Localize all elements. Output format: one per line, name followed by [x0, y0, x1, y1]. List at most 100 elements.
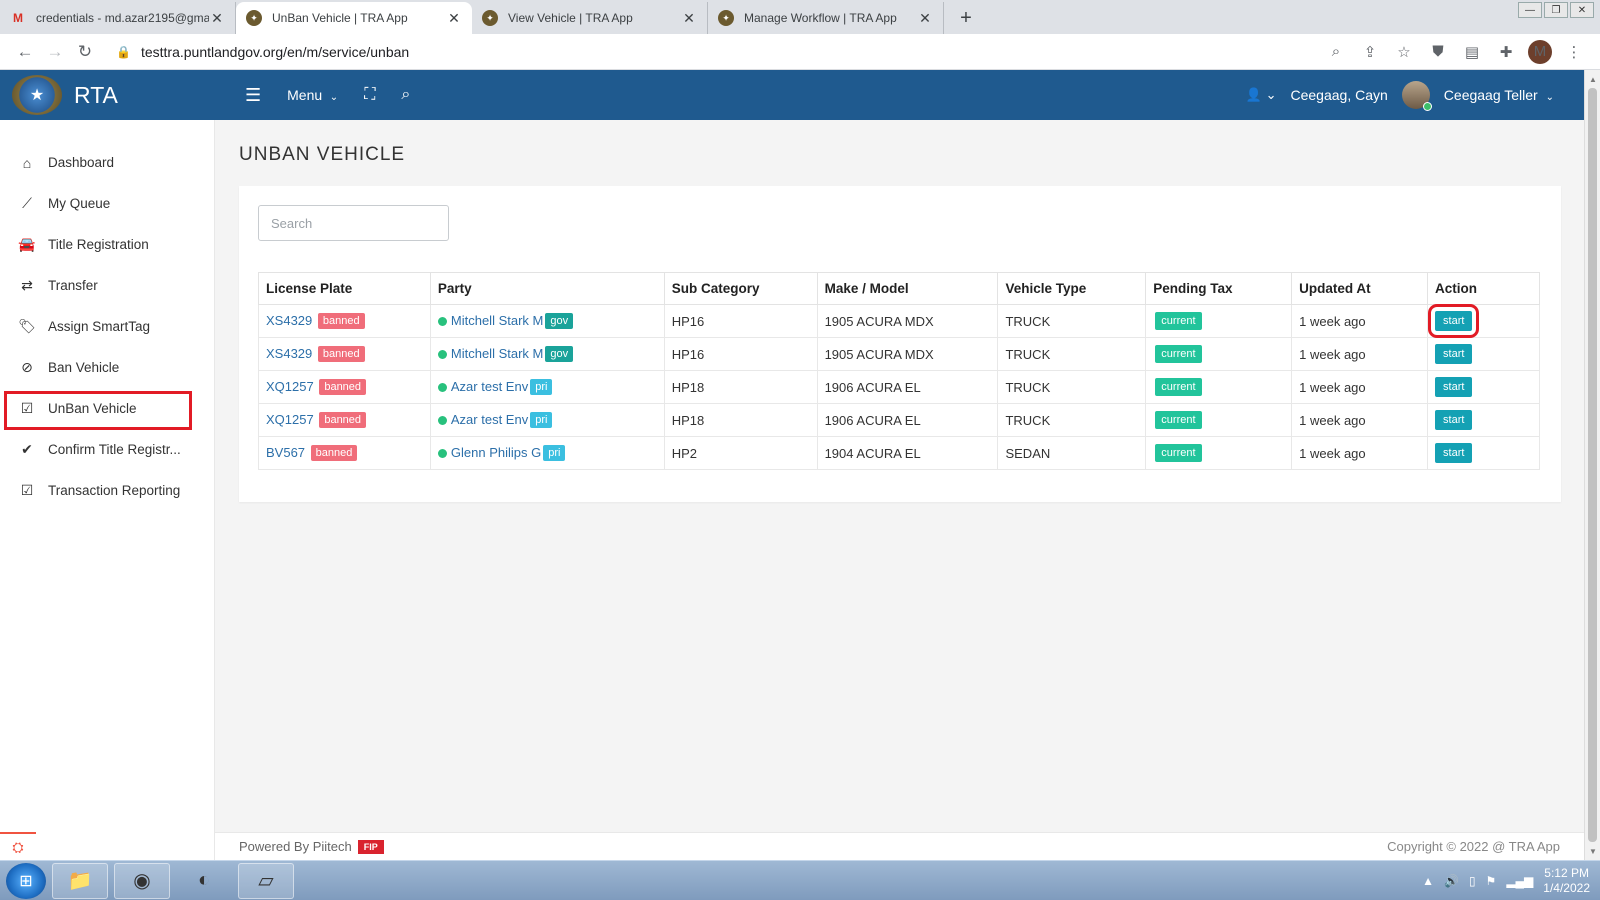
window-controls: — ❐ ✕	[1518, 2, 1594, 18]
party-link[interactable]: Azar test Env	[451, 412, 528, 427]
header-right-tools: 👤 ⌄ Ceegaag, Cayn Ceegaag Teller ⌄	[1246, 81, 1554, 111]
party-link[interactable]: Mitchell Stark M	[451, 346, 543, 361]
menu-dropdown[interactable]: Menu ⌄	[287, 87, 338, 103]
party-link[interactable]: Azar test Env	[451, 379, 528, 394]
new-tab-button[interactable]: +	[952, 4, 980, 32]
brand[interactable]: ★ RTA	[0, 70, 215, 120]
sidebar-item-ban-vehicle[interactable]: ⊘ Ban Vehicle	[0, 347, 214, 388]
license-plate-cell: BV567 banned	[258, 436, 431, 470]
windows-start-button[interactable]: ⊞	[6, 862, 46, 899]
ban-icon: ⊘	[21, 359, 33, 375]
volume-icon[interactable]: 🔊	[1444, 874, 1459, 888]
column-header-updated-at[interactable]: Updated At	[1291, 272, 1429, 305]
license-plate-link[interactable]: BV567	[266, 445, 305, 460]
sidebar-item-title-registration[interactable]: 🚘 Title Registration	[0, 224, 214, 265]
edge-taskbar-button[interactable]: ◐	[176, 863, 232, 899]
scroll-up-arrow-icon[interactable]: ▲	[1585, 72, 1600, 86]
sidebar-item-transfer[interactable]: ⇄ Transfer	[0, 265, 214, 306]
share-icon[interactable]: ⇪	[1358, 40, 1382, 64]
windows-taskbar: ⊞ 📁 ◉ ◐ ▱ ▲ 🔊 ▯ ⚑ ▂▄▆ 5:12 PM 1/4/2022	[0, 860, 1600, 900]
sidebar-item-unban-vehicle[interactable]: ☑ UnBan Vehicle	[0, 388, 214, 430]
file-explorer-taskbar-button[interactable]: 📁	[52, 862, 108, 899]
url-field[interactable]: 🔒 testtra.puntlandgov.org/en/m/service/u…	[106, 38, 1324, 66]
party-cell: Azar test Env pri	[429, 403, 665, 437]
role-dropdown[interactable]: Ceegaag Teller ⌄	[1444, 87, 1554, 103]
column-header-make-model[interactable]: Make / Model	[816, 272, 999, 305]
browser-tab-unban-vehicle[interactable]: ✦ UnBan Vehicle | TRA App ✕	[236, 2, 472, 34]
user-icon[interactable]: 👤 ⌄	[1246, 87, 1277, 103]
column-header-sub-category[interactable]: Sub Category	[663, 272, 818, 305]
extensions-puzzle-icon[interactable]: ✚	[1494, 40, 1518, 64]
column-header-pending-tax[interactable]: Pending Tax	[1145, 272, 1293, 305]
user-avatar[interactable]	[1401, 81, 1432, 111]
sidebar-item-dashboard[interactable]: ⌂ Dashboard	[0, 142, 214, 183]
restore-button[interactable]: ❐	[1544, 2, 1568, 18]
profile-avatar[interactable]: M	[1528, 39, 1552, 64]
browser-tab-manage-workflow[interactable]: ✦ Manage Workflow | TRA App ✕	[708, 2, 944, 34]
party-type-badge: pri	[530, 412, 553, 429]
license-plate-link[interactable]: XQ1257	[266, 379, 314, 394]
page-title: UNBAN VEHICLE	[239, 144, 406, 165]
back-button[interactable]: ←	[10, 37, 40, 67]
close-tab-icon[interactable]: ✕	[446, 10, 462, 27]
minimize-button[interactable]: —	[1518, 2, 1542, 18]
browser-tab-gmail[interactable]: M credentials - md.azar2195@gmail ✕	[0, 2, 236, 34]
start-button[interactable]: start	[1435, 443, 1473, 463]
bookmark-star-icon[interactable]: ☆	[1392, 40, 1416, 64]
start-button[interactable]: start	[1435, 377, 1473, 397]
battery-icon[interactable]: ▯	[1469, 874, 1476, 888]
scroll-down-arrow-icon[interactable]: ▼	[1585, 844, 1600, 858]
hamburger-icon[interactable]: ☰	[245, 85, 261, 106]
taskbar-clock[interactable]: 5:12 PM 1/4/2022	[1543, 866, 1590, 896]
sidebar-item-assign-smarttag[interactable]: 🏷 Assign SmartTag	[0, 306, 214, 347]
zoom-icon[interactable]: ⌕	[1324, 40, 1348, 64]
page-scrollbar[interactable]: ▲ ▼	[1584, 70, 1600, 860]
party-link[interactable]: Mitchell Stark M	[451, 313, 543, 328]
make-model-cell: 1906 ACURA EL	[816, 403, 999, 437]
browser-tab-view-vehicle[interactable]: ✦ View Vehicle | TRA App ✕	[472, 2, 708, 34]
close-tab-icon[interactable]: ✕	[681, 10, 697, 27]
search-icon[interactable]: ⌕	[401, 86, 410, 104]
banned-badge: banned	[319, 412, 367, 429]
footer: Powered By Piitech FIP Copyright © 2022 …	[215, 832, 1584, 860]
license-plate-link[interactable]: XQ1257	[266, 412, 314, 427]
vehicle-type-cell: SEDAN	[997, 436, 1147, 470]
sidebar-item-my-queue[interactable]: ⟋ My Queue	[0, 183, 214, 224]
start-button[interactable]: start	[1435, 410, 1473, 430]
party-link[interactable]: Glenn Philips G	[451, 445, 541, 460]
search-input[interactable]	[258, 205, 449, 241]
banned-badge: banned	[317, 346, 365, 363]
license-plate-cell: XQ1257 banned	[258, 370, 431, 404]
network-flag-icon[interactable]: ⚑	[1486, 874, 1497, 888]
extension-shield-icon[interactable]: ⛊	[1426, 40, 1450, 64]
column-header-party[interactable]: Party	[429, 272, 665, 305]
banned-badge: banned	[319, 379, 367, 396]
start-button[interactable]: start	[1435, 344, 1473, 364]
laravel-debugbar-icon[interactable]: ⛭	[0, 832, 36, 860]
sidebar-item-transaction-reporting[interactable]: ☑ Transaction Reporting	[0, 470, 214, 511]
column-header-license-plate[interactable]: License Plate	[258, 272, 431, 305]
pending-tax-badge: current	[1155, 411, 1202, 429]
user-name[interactable]: Ceegaag, Cayn	[1291, 87, 1388, 103]
column-header-vehicle-type[interactable]: Vehicle Type	[997, 272, 1147, 305]
signal-icon[interactable]: ▂▄▆	[1506, 874, 1533, 888]
sub-category-cell: HP2	[663, 436, 818, 470]
reload-button[interactable]: ↻	[70, 37, 100, 67]
sidebar-item-label: Assign SmartTag	[48, 319, 151, 334]
forward-button[interactable]: →	[40, 37, 70, 67]
close-window-button[interactable]: ✕	[1570, 2, 1594, 18]
app-taskbar-button[interactable]: ▱	[238, 862, 294, 899]
tray-expand-icon[interactable]: ▲	[1422, 874, 1434, 888]
clipboard-icon[interactable]: ▤	[1460, 40, 1484, 64]
fullscreen-icon[interactable]: ⛶	[364, 86, 375, 104]
license-plate-link[interactable]: XS4329	[266, 346, 312, 361]
close-tab-icon[interactable]: ✕	[917, 10, 933, 27]
close-tab-icon[interactable]: ✕	[209, 10, 225, 27]
browser-menu-icon[interactable]: ⋮	[1562, 40, 1586, 64]
party-cell: Glenn Philips Gpri	[429, 436, 665, 470]
chrome-taskbar-button[interactable]: ◉	[114, 862, 170, 899]
scrollbar-thumb[interactable]	[1588, 88, 1597, 842]
license-plate-link[interactable]: XS4329	[266, 313, 312, 328]
sidebar-item-confirm-title-registration[interactable]: ✔ Confirm Title Registr...	[0, 429, 214, 470]
start-button[interactable]: start	[1427, 304, 1480, 338]
